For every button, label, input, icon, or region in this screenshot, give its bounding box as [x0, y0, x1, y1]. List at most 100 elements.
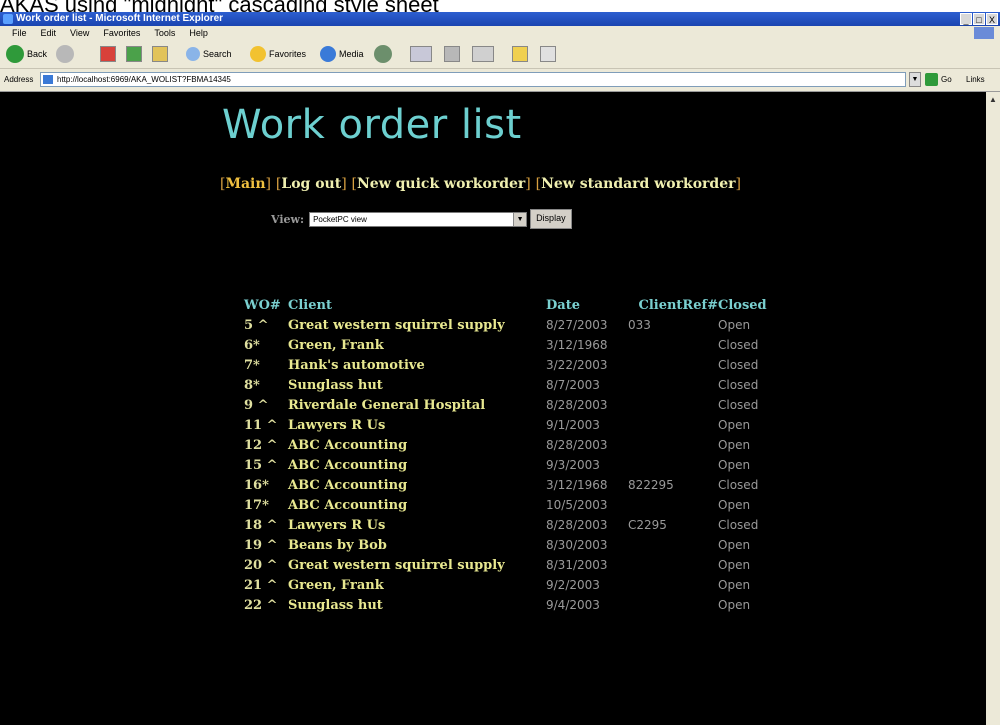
search-button[interactable]: Search: [186, 44, 232, 64]
client-link[interactable]: Great western squirrel supply: [288, 555, 546, 575]
nav-new-quick-workorder-link[interactable]: New quick workorder: [357, 176, 525, 192]
table-row[interactable]: 20 ^ Great western squirrel supply 8/31/20…: [244, 555, 767, 575]
vertical-scrollbar[interactable]: ▲: [985, 92, 1000, 725]
header-wo[interactable]: WO#: [244, 295, 288, 315]
client-link[interactable]: Sunglass hut: [288, 595, 546, 615]
address-input[interactable]: http://localhost:6969/AKA_WOLIST?FBMA143…: [40, 72, 906, 87]
page-icon: [43, 75, 53, 84]
menu-file[interactable]: File: [12, 26, 27, 40]
table-row[interactable]: 16* ABC Accounting 3/12/1968 822295 Closed: [244, 475, 767, 495]
menu-tools[interactable]: Tools: [154, 26, 175, 40]
table-row[interactable]: 5 ^ Great western squirrel supply 8/27/200…: [244, 315, 767, 335]
wo-number-link[interactable]: 18 ^: [244, 515, 288, 535]
wo-number-link[interactable]: 20 ^: [244, 555, 288, 575]
wo-number-link[interactable]: 7*: [244, 355, 288, 375]
client-ref-cell: [628, 495, 718, 515]
table-row[interactable]: 21 ^ Green, Frank 9/2/2003 Open: [244, 575, 767, 595]
client-link[interactable]: Green, Frank: [288, 335, 546, 355]
table-row[interactable]: 9 ^ Riverdale General Hospital 8/28/2003 Cl…: [244, 395, 767, 415]
internet-explorer-icon: [3, 14, 13, 24]
folder-icon: [512, 46, 528, 62]
header-clientref[interactable]: ClientRef#: [628, 295, 718, 315]
work-order-table: WO# Client Date ClientRef# Closed 5 ^ Gre…: [244, 295, 767, 615]
client-link[interactable]: Lawyers R Us: [288, 515, 546, 535]
nav-logout-link[interactable]: Log out: [281, 176, 341, 192]
client-link[interactable]: Green, Frank: [288, 575, 546, 595]
maximize-button[interactable]: □: [973, 13, 985, 25]
address-dropdown-button[interactable]: ▼: [909, 72, 921, 87]
wo-number-link[interactable]: 16*: [244, 475, 288, 495]
chevron-down-icon[interactable]: ▼: [513, 212, 527, 226]
wo-number-link[interactable]: 9 ^: [244, 395, 288, 415]
table-row[interactable]: 6* Green, Frank 3/12/1968 Closed: [244, 335, 767, 355]
header-closed[interactable]: Closed: [718, 295, 767, 315]
client-link[interactable]: Riverdale General Hospital: [288, 395, 546, 415]
wo-number-link[interactable]: 21 ^: [244, 575, 288, 595]
history-icon: [374, 45, 392, 63]
wo-number-link[interactable]: 12 ^: [244, 435, 288, 455]
client-link[interactable]: Hank's automotive: [288, 355, 546, 375]
print-button[interactable]: [444, 44, 460, 64]
menu-help[interactable]: Help: [189, 26, 208, 40]
client-ref-cell: [628, 575, 718, 595]
menu-favorites[interactable]: Favorites: [103, 26, 140, 40]
table-row[interactable]: 18 ^ Lawyers R Us 8/28/2003 C2295 Closed: [244, 515, 767, 535]
scroll-up-icon[interactable]: ▲: [988, 95, 998, 105]
minimize-button[interactable]: _: [960, 13, 972, 25]
media-button[interactable]: Media: [320, 44, 364, 64]
client-link[interactable]: Great western squirrel supply: [288, 315, 546, 335]
table-row[interactable]: 17* ABC Accounting 10/5/2003 Open: [244, 495, 767, 515]
home-button[interactable]: [152, 44, 168, 64]
favorites-button[interactable]: Favorites: [250, 44, 306, 64]
table-row[interactable]: 19 ^ Beans by Bob 8/30/2003 Open: [244, 535, 767, 555]
client-link[interactable]: ABC Accounting: [288, 475, 546, 495]
mail-button[interactable]: [410, 44, 432, 64]
table-row[interactable]: 7* Hank's automotive 3/22/2003 Closed: [244, 355, 767, 375]
close-button[interactable]: X: [986, 13, 998, 25]
history-button[interactable]: [374, 44, 395, 64]
edit-button[interactable]: [472, 44, 494, 64]
client-link[interactable]: ABC Accounting: [288, 455, 546, 475]
wo-number-link[interactable]: 15 ^: [244, 455, 288, 475]
client-ref-cell: [628, 455, 718, 475]
folder-button[interactable]: [512, 44, 528, 64]
wo-number-link[interactable]: 22 ^: [244, 595, 288, 615]
menu-edit[interactable]: Edit: [41, 26, 57, 40]
wo-number-link[interactable]: 11 ^: [244, 415, 288, 435]
refresh-button[interactable]: [126, 44, 142, 64]
menu-view[interactable]: View: [70, 26, 89, 40]
stop-button[interactable]: [100, 44, 116, 64]
client-link[interactable]: ABC Accounting: [288, 495, 546, 515]
display-button[interactable]: Display: [530, 209, 572, 229]
table-row[interactable]: 8* Sunglass hut 8/7/2003 Closed: [244, 375, 767, 395]
wo-number-link[interactable]: 17*: [244, 495, 288, 515]
client-link[interactable]: Sunglass hut: [288, 375, 546, 395]
client-link[interactable]: Beans by Bob: [288, 535, 546, 555]
table-row[interactable]: 11 ^ Lawyers R Us 9/1/2003 Open: [244, 415, 767, 435]
client-link[interactable]: Lawyers R Us: [288, 415, 546, 435]
wo-number-link[interactable]: 19 ^: [244, 535, 288, 555]
wo-number-link[interactable]: 8*: [244, 375, 288, 395]
header-date[interactable]: Date: [546, 295, 628, 315]
print-icon: [444, 46, 460, 62]
date-cell: 8/30/2003: [546, 538, 608, 552]
forward-button[interactable]: [56, 44, 77, 64]
table-header-row: WO# Client Date ClientRef# Closed: [244, 295, 767, 315]
table-row[interactable]: 12 ^ ABC Accounting 8/28/2003 Open: [244, 435, 767, 455]
header-client[interactable]: Client: [288, 295, 546, 315]
nav-main-link[interactable]: Main: [225, 176, 265, 192]
view-select[interactable]: PocketPC view ▼: [309, 211, 528, 227]
nav-new-standard-workorder-link[interactable]: New standard workorder: [541, 176, 735, 192]
client-ref-cell: 822295: [628, 478, 674, 492]
back-button[interactable]: Back: [6, 44, 47, 64]
wo-number-link[interactable]: 5 ^: [244, 315, 288, 335]
links-button[interactable]: Links: [966, 75, 985, 84]
view-label: View:: [271, 212, 305, 226]
go-button[interactable]: Go: [925, 73, 952, 86]
client-link[interactable]: ABC Accounting: [288, 435, 546, 455]
table-row[interactable]: 15 ^ ABC Accounting 9/3/2003 Open: [244, 455, 767, 475]
status-cell: Open: [718, 598, 751, 612]
wo-number-link[interactable]: 6*: [244, 335, 288, 355]
table-row[interactable]: 22 ^ Sunglass hut 9/4/2003 Open: [244, 595, 767, 615]
messenger-button[interactable]: [540, 44, 556, 64]
